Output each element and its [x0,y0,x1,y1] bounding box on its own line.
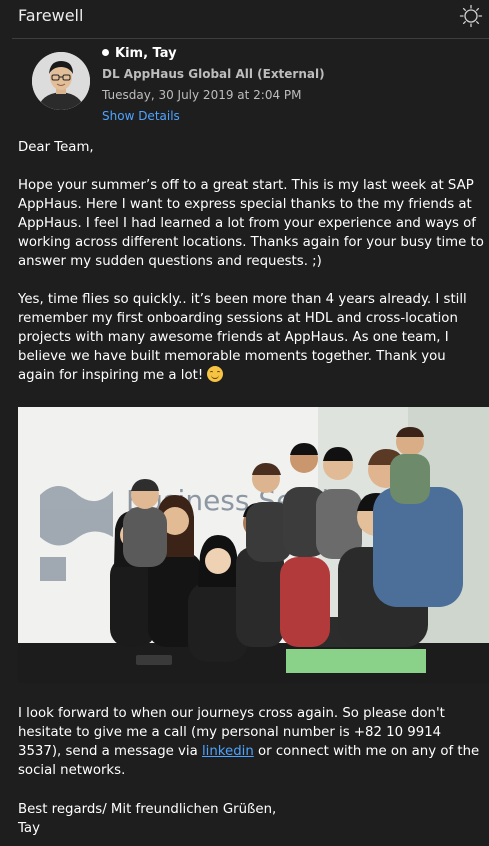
show-details-link[interactable]: Show Details [102,109,180,123]
header-divider [12,38,489,39]
linkedin-link[interactable]: linkedin [202,744,254,759]
sun-icon[interactable] [459,4,483,28]
paragraph-1-text: Hope your summer’s off to a great start.… [18,178,484,269]
smiling-face-emoji [207,366,224,382]
recipient: DL AppHaus Global All (External) [102,67,325,81]
greeting-text: Dear Team, [18,140,94,155]
title-bar: Farewell [0,0,489,34]
sender-avatar [32,52,90,110]
signoff-text: Best regards/ Mit freundlichen Grüßen, [18,802,277,817]
signature-text: Tay [18,821,40,836]
unread-dot-icon [102,49,109,56]
message-paragraph-1: Hope your summer’s off to a great start.… [18,176,486,271]
sender-name-text: Kim, Tay [115,46,177,61]
message-paragraph-2: Yes, time flies so quickly.. it’s been m… [18,290,486,385]
sent-date: Tuesday, 30 July 2019 at 2:04 PM [102,88,302,102]
message-signature-block: Best regards/ Mit freundlichen Grüßen, T… [18,800,486,838]
sender-name: Kim, Tay [102,46,177,61]
message-greeting: Dear Team, [18,138,486,157]
window-title: Farewell [18,6,84,25]
team-photo: Business Services [18,407,489,683]
paragraph-2-text: Yes, time flies so quickly.. it’s been m… [18,292,467,383]
message-paragraph-3: I look forward to when our journeys cros… [18,704,486,780]
